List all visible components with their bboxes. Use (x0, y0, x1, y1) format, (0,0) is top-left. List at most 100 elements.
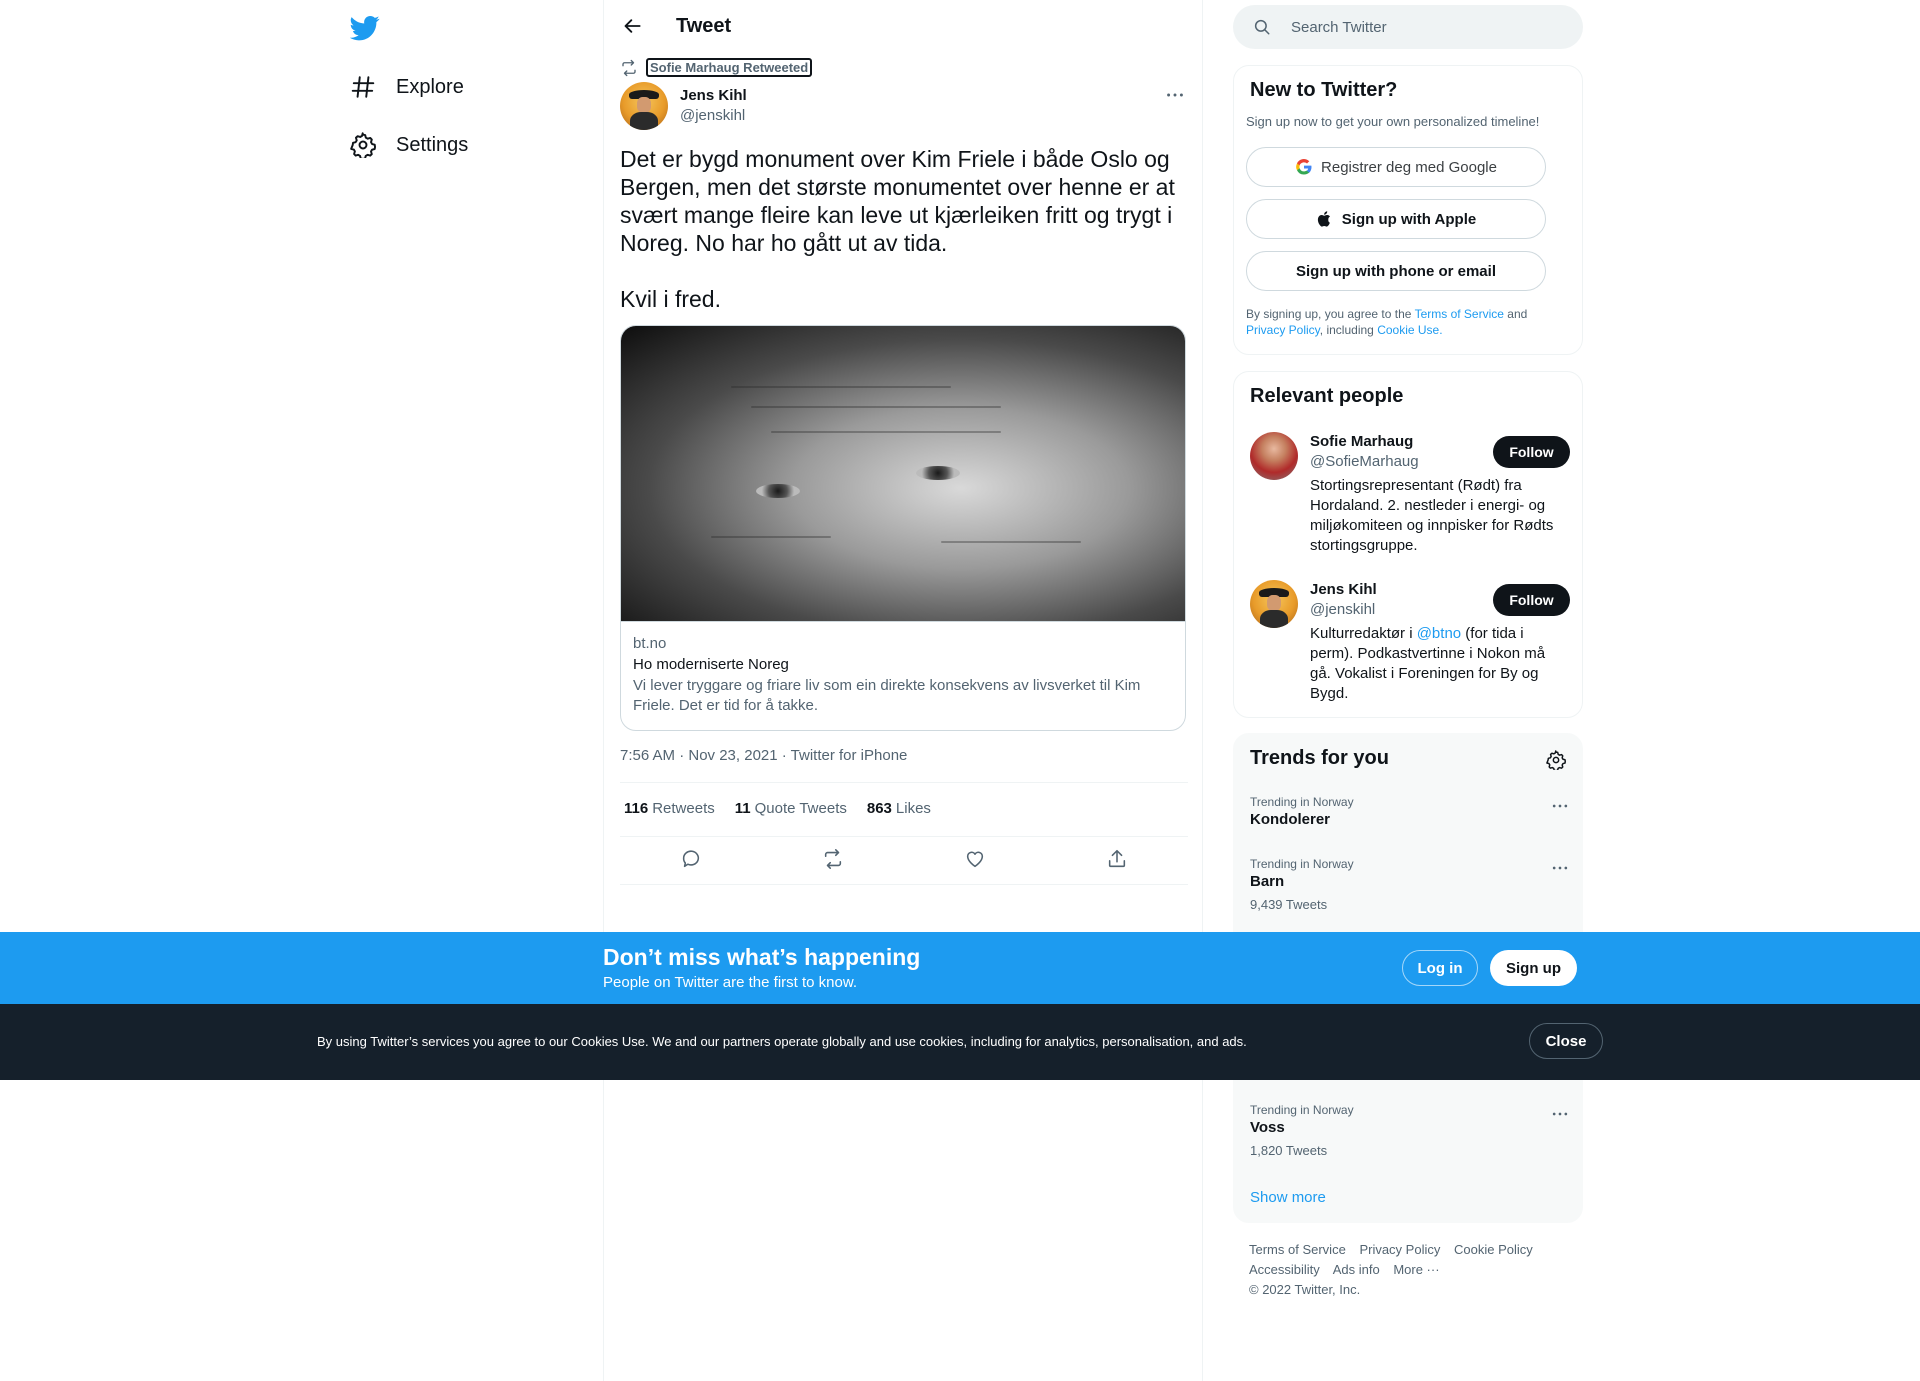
quotes-stat[interactable]: 11 Quote Tweets (735, 800, 847, 817)
search-box[interactable] (1233, 5, 1583, 49)
follow-button[interactable]: Follow (1493, 436, 1570, 468)
gear-icon (350, 132, 376, 158)
person-bio: Kulturredaktør i @btno (for tida i perm)… (1310, 624, 1560, 704)
link-card[interactable]: bt.no Ho moderniserte Noreg Vi lever try… (620, 325, 1186, 731)
reply-icon[interactable] (680, 848, 702, 870)
tweet-actions (620, 848, 1188, 870)
tweet-stats: 116 Retweets 11 Quote Tweets 863 Likes (624, 800, 951, 817)
like-heart-icon[interactable] (964, 848, 986, 870)
footer-copyright: © 2022 Twitter, Inc. (1249, 1282, 1361, 1297)
close-button[interactable]: Close (1529, 1023, 1603, 1059)
login-button[interactable]: Log in (1402, 950, 1478, 986)
share-icon[interactable] (1106, 848, 1128, 870)
trend-context: Trending in Norway (1250, 1103, 1354, 1117)
person-name[interactable]: Jens Kihl (1310, 580, 1377, 600)
search-input[interactable] (1291, 18, 1551, 36)
trend-item[interactable]: Trending in Norway Barn 9,439 Tweets (1250, 856, 1570, 914)
nav-settings[interactable]: Settings (350, 125, 468, 165)
twitter-logo-icon[interactable] (350, 13, 380, 43)
privacy-link[interactable]: Privacy Policy (1246, 323, 1320, 337)
footer-links: Terms of Service Privacy Policy Cookie P… (1249, 1240, 1569, 1300)
tweet-author[interactable]: Jens Kihl @jenskihl (620, 82, 747, 130)
bio-prefix: Kulturredaktør i (1310, 625, 1417, 642)
card-description: Vi lever tryggare og friare liv som ein … (633, 677, 1141, 714)
trend-count: 9,439 Tweets (1250, 897, 1328, 912)
retweets-count: 116 (624, 800, 649, 817)
apple-icon (1316, 210, 1334, 228)
author-handle[interactable]: @jenskihl (680, 106, 747, 126)
trend-item[interactable]: Trending in Norway Kondolerer (1250, 794, 1570, 830)
tweet-text: Det er bygd monument over Kim Friele i b… (620, 146, 1175, 312)
quotes-count: 11 (734, 800, 751, 817)
trend-context: Trending in Norway (1250, 795, 1354, 809)
apple-signup-button[interactable]: Sign up with Apple (1246, 199, 1546, 239)
back-arrow-icon[interactable] (620, 13, 646, 39)
retweet-context: Sofie Marhaug Retweeted (620, 58, 813, 77)
more-options-icon[interactable] (1550, 1106, 1570, 1122)
relevant-people-title: Relevant people (1250, 385, 1404, 407)
show-more-link[interactable]: Show more (1250, 1189, 1326, 1206)
trend-name: Kondolerer (1250, 811, 1331, 828)
footer-terms-link[interactable]: Terms of Service (1249, 1242, 1346, 1257)
cookie-consent-text: By using Twitter’s services you agree to… (317, 1034, 1247, 1049)
google-signup-button[interactable]: Registrer deg med Google (1246, 147, 1546, 187)
main-column: Tweet Sofie Marhaug Retweeted Jens Kihl … (603, 0, 1203, 1381)
login-prompt-bar: Don’t miss what’s happening People on Tw… (0, 932, 1920, 1004)
legal-and: and (1507, 307, 1528, 321)
tweet-timestamp[interactable]: 7:56 AM · Nov 23, 2021 · Twitter for iPh… (620, 747, 907, 764)
trend-count: 1,820 Tweets (1250, 1143, 1328, 1158)
retweet-icon[interactable] (822, 848, 844, 870)
retweets-stat[interactable]: 116 Retweets (624, 800, 715, 817)
likes-count: 863 (866, 800, 892, 817)
more-options-icon[interactable] (1164, 84, 1186, 106)
cookie-use-link[interactable]: Cookie Use. (1377, 323, 1442, 337)
trend-item[interactable]: Trending in Norway Voss 1,820 Tweets (1250, 1102, 1570, 1160)
person-item[interactable]: Sofie Marhaug @SofieMarhaug Follow Stort… (1250, 432, 1570, 562)
login-prompt-title: Don’t miss what’s happening (603, 944, 921, 970)
footer-cookie-link[interactable]: Cookie Policy (1454, 1242, 1533, 1257)
person-bio: Stortingsrepresentant (Rødt) fra Hordala… (1310, 477, 1554, 554)
page-title: Tweet (676, 15, 732, 37)
retweets-label: Retweets (652, 800, 715, 817)
avatar[interactable] (620, 82, 668, 130)
footer-more-link[interactable]: More ··· (1393, 1262, 1439, 1277)
person-handle[interactable]: @SofieMarhaug (1310, 452, 1419, 472)
nav-explore[interactable]: Explore (350, 67, 464, 107)
cookie-consent-bar: By using Twitter’s services you agree to… (0, 1004, 1920, 1080)
phone-email-signup-label: Sign up with phone or email (1295, 262, 1496, 280)
author-name[interactable]: Jens Kihl (680, 86, 747, 106)
quotes-label: Quote Tweets (754, 800, 847, 817)
phone-email-signup-button[interactable]: Sign up with phone or email (1246, 251, 1546, 291)
footer-privacy-link[interactable]: Privacy Policy (1359, 1242, 1440, 1257)
apple-signup-label: Sign up with Apple (1341, 210, 1477, 228)
trend-name: Barn (1250, 873, 1285, 890)
likes-stat[interactable]: 863 Likes (867, 800, 931, 817)
signup-button[interactable]: Sign up (1490, 950, 1577, 986)
more-options-icon[interactable] (1550, 798, 1570, 814)
google-signup-label: Registrer deg med Google (1321, 158, 1497, 176)
terms-link[interactable]: Terms of Service (1415, 307, 1504, 321)
mention-link[interactable]: @btno (1417, 625, 1461, 642)
avatar[interactable] (1250, 432, 1298, 480)
retweeted-by-link[interactable]: Sofie Marhaug Retweeted (646, 58, 813, 77)
card-image (621, 326, 1185, 622)
card-title: Ho moderniserte Noreg (633, 656, 789, 673)
divider (620, 782, 1188, 783)
person-item[interactable]: Jens Kihl @jenskihl Follow Kulturredaktø… (1250, 580, 1570, 710)
footer-ads-link[interactable]: Ads info (1333, 1262, 1380, 1277)
login-prompt-subtitle: People on Twitter are the first to know. (603, 974, 858, 991)
avatar[interactable] (1250, 580, 1298, 628)
follow-button[interactable]: Follow (1493, 584, 1570, 616)
signup-panel-subtitle: Sign up now to get your own personalized… (1246, 114, 1540, 129)
gear-icon[interactable] (1546, 750, 1566, 770)
relevant-people-panel: Relevant people Sofie Marhaug @SofieMarh… (1233, 371, 1583, 718)
person-handle[interactable]: @jenskihl (1310, 600, 1375, 620)
person-name[interactable]: Sofie Marhaug (1310, 432, 1413, 452)
likes-label: Likes (895, 800, 931, 817)
retweet-icon (620, 59, 638, 77)
trend-context: Trending in Norway (1250, 857, 1354, 871)
trend-name: Voss (1250, 1119, 1285, 1136)
footer-accessibility-link[interactable]: Accessibility (1249, 1262, 1320, 1277)
more-options-icon[interactable] (1550, 860, 1570, 876)
nav-settings-label: Settings (396, 133, 469, 156)
